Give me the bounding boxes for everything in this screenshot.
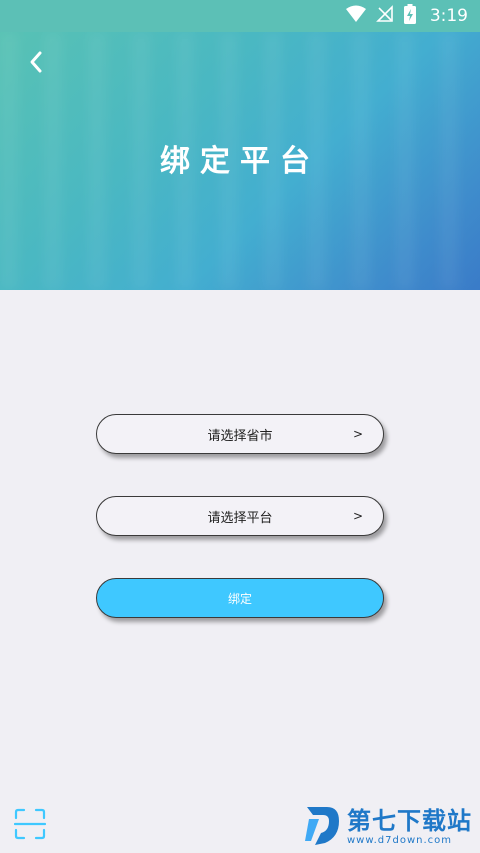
no-signal-icon	[375, 5, 394, 27]
site-logo-icon	[303, 803, 343, 851]
chevron-right-icon: >	[352, 509, 363, 523]
watermark-name: 第七下载站	[347, 806, 472, 835]
scan-icon	[13, 808, 47, 844]
status-bar: 3:19	[0, 0, 480, 32]
header-banner: 绑定平台	[0, 32, 480, 290]
status-time: 3:19	[429, 6, 468, 26]
chevron-right-icon: >	[352, 427, 363, 441]
bind-button[interactable]: 绑定	[96, 578, 384, 618]
province-select-label: 请选择省市	[207, 428, 273, 444]
scan-button[interactable]	[13, 808, 47, 840]
watermark-url: www.d7down.com	[347, 834, 453, 846]
battery-charging-icon	[403, 4, 416, 28]
wifi-icon	[345, 5, 366, 27]
platform-select-label: 请选择平台	[207, 510, 273, 526]
back-button[interactable]	[20, 48, 52, 80]
platform-select-button[interactable]: 请选择平台 >	[96, 496, 384, 536]
page-title: 绑定平台	[160, 144, 320, 179]
site-watermark: 第七下载站 www.d7down.com	[303, 804, 472, 850]
chevron-left-icon	[28, 50, 44, 78]
bind-button-label: 绑定	[227, 591, 252, 606]
province-select-button[interactable]: 请选择省市 >	[96, 414, 384, 454]
